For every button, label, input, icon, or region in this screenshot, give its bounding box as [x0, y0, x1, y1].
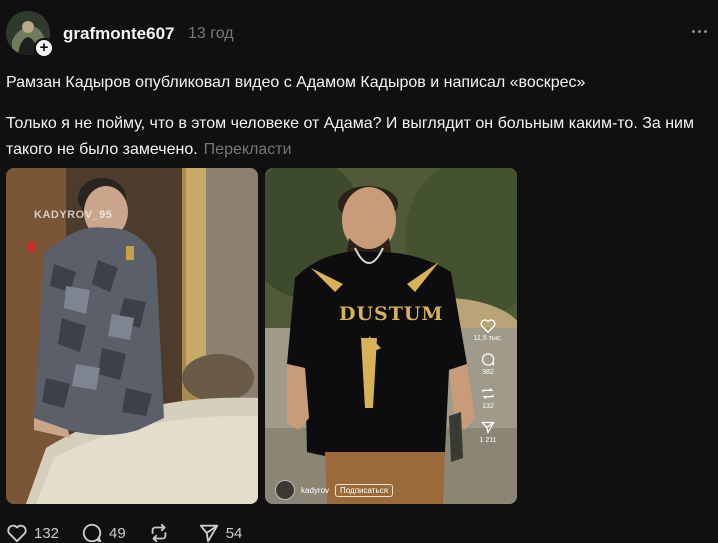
- video-repost[interactable]: 132: [480, 386, 496, 410]
- video-share-count: 1 211: [479, 437, 497, 444]
- media-image-1[interactable]: KADYROV_95: [6, 168, 258, 504]
- like-count: 132: [34, 524, 60, 542]
- plus-icon: +: [39, 39, 49, 56]
- repost-icon: [482, 388, 494, 399]
- send-icon: [199, 524, 218, 543]
- video-like-count: 11,5 тыс.: [473, 335, 503, 342]
- media-image-2[interactable]: DUSTUM 11,5 тыс. 382 132 1 211 kadyrov П…: [265, 168, 517, 504]
- video-footer: kadyrov Подписаться: [275, 480, 393, 500]
- video-repost-count: 132: [482, 403, 494, 410]
- heart-icon: [7, 524, 27, 543]
- more-icon[interactable]: [692, 30, 707, 33]
- share-count: 54: [225, 524, 243, 542]
- send-icon: [480, 421, 495, 435]
- follow-button[interactable]: +: [34, 38, 54, 58]
- video-subscribe-button[interactable]: Подписаться: [335, 483, 393, 497]
- username[interactable]: grafmonte607: [63, 24, 174, 44]
- heart-icon: [480, 319, 496, 333]
- video-like[interactable]: 11,5 тыс.: [473, 318, 503, 342]
- video-author-avatar[interactable]: [275, 480, 295, 500]
- translate-link[interactable]: Перекласти: [204, 141, 292, 158]
- like-button[interactable]: 132: [6, 523, 59, 543]
- video-share[interactable]: 1 211: [480, 420, 497, 444]
- video-comment-count: 382: [482, 369, 494, 376]
- post-text-paragraph: Только я не пойму, что в этом человеке о…: [6, 111, 711, 163]
- comment-icon: [82, 523, 102, 543]
- share-button[interactable]: 54: [198, 522, 243, 543]
- avatar[interactable]: +: [6, 11, 54, 58]
- post-text-line: Рамзан Кадыров опубликовал видео с Адамо…: [6, 74, 586, 91]
- post-text-body: Только я не пойму, что в этом человеке о…: [6, 115, 694, 158]
- comment-count: 49: [109, 524, 126, 542]
- media-watermark: KADYROV_95: [34, 209, 113, 221]
- post-time: 13 год: [188, 25, 234, 42]
- post-actions: 132 49 54: [6, 521, 264, 543]
- thread-post: + grafmonte607 13 год Рамзан Кадыров опу…: [0, 0, 718, 543]
- video-action-rail: 11,5 тыс. 382 132 1 211: [471, 318, 505, 454]
- repost-icon: [151, 523, 167, 543]
- video-comment[interactable]: 382: [480, 352, 496, 376]
- comment-button[interactable]: 49: [81, 522, 126, 543]
- shirt-text: DUSTUM: [339, 303, 444, 325]
- video-author-name[interactable]: kadyrov: [301, 486, 329, 495]
- repost-button[interactable]: [148, 522, 176, 543]
- comment-icon: [481, 353, 495, 366]
